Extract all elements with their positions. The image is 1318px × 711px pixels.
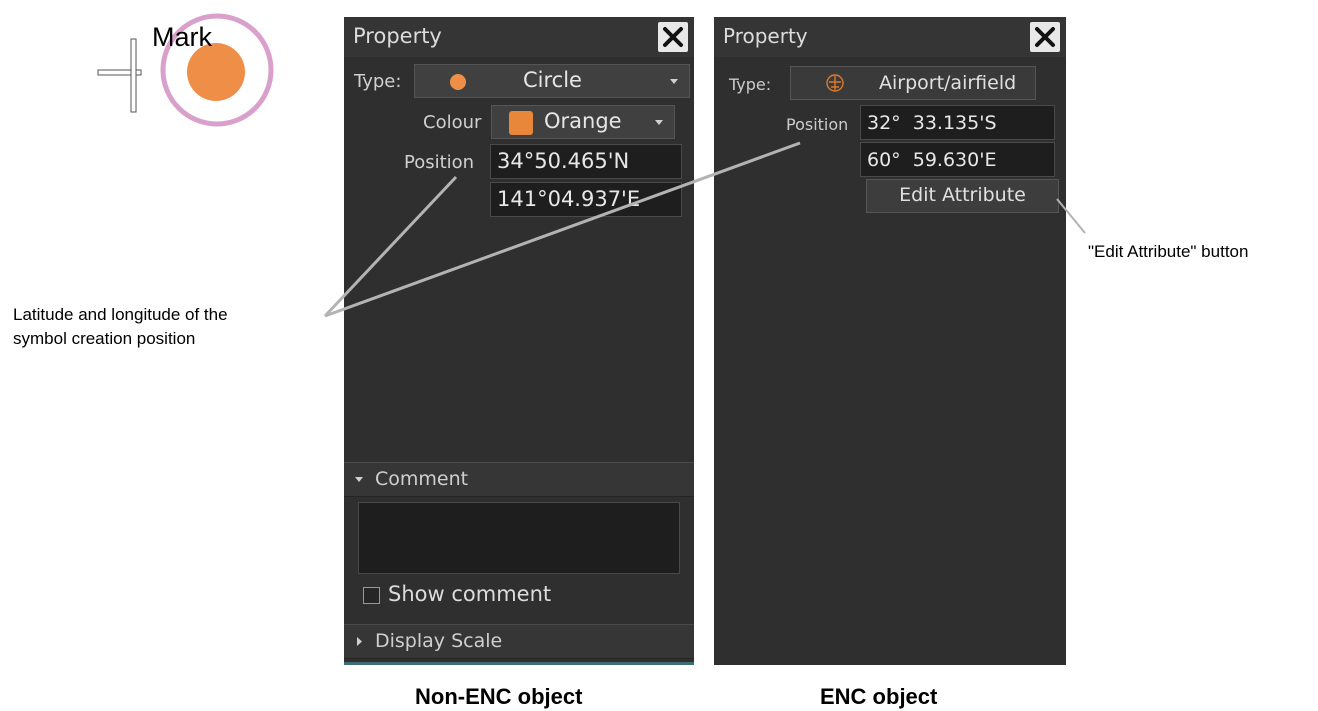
callout-lines	[323, 141, 1086, 318]
caption-non-enc: Non-ENC object	[415, 684, 583, 709]
edit-attribute-annotation: "Edit Attribute" button	[1088, 242, 1249, 261]
latlon-note-line2: symbol creation position	[13, 329, 196, 348]
caption-enc: ENC object	[820, 684, 938, 709]
latlon-note-line1: Latitude and longitude of the	[13, 305, 228, 324]
callout-line-edit	[1056, 198, 1086, 234]
callout-line-right	[324, 141, 801, 318]
callout-line-left	[323, 175, 458, 318]
latlon-annotation: Latitude and longitude of the symbol cre…	[13, 303, 228, 351]
